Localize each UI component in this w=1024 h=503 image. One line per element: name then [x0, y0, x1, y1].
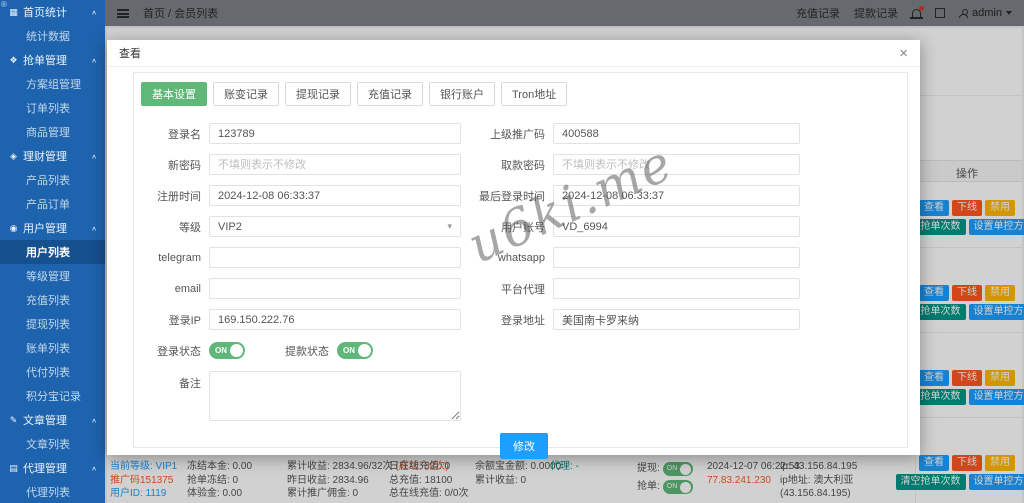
account-label: 用户账号	[461, 219, 545, 235]
email-label: email	[141, 283, 201, 295]
user-form: 登录名 上级推广码 新密码 取款密码 注册时间 最后登录时间 等级 VIP2▾ …	[141, 123, 907, 459]
remark-textarea[interactable]	[209, 371, 461, 421]
reg-mark: ®	[1, 0, 7, 9]
chevron-up-icon: ∧	[91, 8, 97, 15]
chevron-up-icon: ∧	[91, 56, 97, 63]
tab-withdraw-records[interactable]: 提现记录	[285, 82, 351, 106]
sidebar-group-agents[interactable]: ▤ 代理管理 ∧	[0, 456, 105, 480]
register-time-input[interactable]	[209, 185, 461, 206]
withdraw-status-toggle[interactable]: ON	[337, 342, 373, 359]
email-input[interactable]	[209, 278, 461, 299]
grab-icon: ❖	[8, 55, 19, 66]
chevron-up-icon: ∧	[91, 416, 97, 423]
article-icon: ✎	[8, 415, 19, 426]
group-label: 理财管理	[23, 148, 67, 164]
sidebar-item-bill-list[interactable]: 账单列表	[0, 336, 105, 360]
chevron-up-icon: ∧	[91, 464, 97, 471]
telegram-label: telegram	[141, 252, 201, 264]
sidebar-item-plan-group[interactable]: 方案组管理	[0, 72, 105, 96]
screen: ® ▦ 首页统计 ∧ 统计数据 ❖ 抢单管理 ∧ 方案组管理 订单列表 商品管理…	[0, 0, 1024, 503]
chevron-down-icon: ▾	[447, 221, 452, 232]
register-time-label: 注册时间	[141, 188, 201, 204]
login-name-input[interactable]	[209, 123, 461, 144]
sidebar-group-articles[interactable]: ✎ 文章管理 ∧	[0, 408, 105, 432]
chevron-up-icon: ∧	[91, 224, 97, 231]
agent-icon: ▤	[8, 463, 19, 474]
sidebar-item-payment-list[interactable]: 代付列表	[0, 360, 105, 384]
sidebar-group-users[interactable]: ◉ 用户管理 ∧	[0, 216, 105, 240]
withdraw-password-label: 取款密码	[461, 157, 545, 173]
sidebar-item-product-list[interactable]: 产品列表	[0, 168, 105, 192]
login-address-input[interactable]	[553, 309, 800, 330]
login-ip-label: 登录IP	[141, 312, 201, 328]
group-label: 首页统计	[23, 4, 67, 20]
modal-title: 查看	[119, 45, 141, 61]
platform-agent-label: 平台代理	[461, 281, 545, 297]
parent-code-label: 上级推广码	[461, 126, 545, 142]
close-icon[interactable]: ×	[899, 46, 908, 61]
sidebar-group-finance[interactable]: ◈ 理财管理 ∧	[0, 144, 105, 168]
sidebar-item-level-mgmt[interactable]: 等级管理	[0, 264, 105, 288]
tab-balance-records[interactable]: 账变记录	[213, 82, 279, 106]
last-login-time-label: 最后登录时间	[461, 188, 545, 204]
sidebar-item-points-records[interactable]: 积分宝记录	[0, 384, 105, 408]
group-label: 用户管理	[23, 220, 67, 236]
tab-basic-settings[interactable]: 基本设置	[141, 82, 207, 106]
sidebar-item-recharge-list[interactable]: 充值列表	[0, 288, 105, 312]
chevron-up-icon: ∧	[91, 152, 97, 159]
sidebar-item-product-orders[interactable]: 产品订单	[0, 192, 105, 216]
modal-card: 基本设置 账变记录 提现记录 充值记录 银行账户 Tron地址 登录名 上级推广…	[133, 72, 908, 448]
sidebar-item-product-mgmt[interactable]: 商品管理	[0, 120, 105, 144]
modal-tabs: 基本设置 账变记录 提现记录 充值记录 银行账户 Tron地址	[141, 82, 907, 106]
finance-icon: ◈	[8, 151, 19, 162]
whatsapp-label: whatsapp	[461, 252, 545, 264]
group-label: 抢单管理	[23, 52, 67, 68]
level-label: 等级	[141, 219, 201, 235]
sidebar-item-order-list[interactable]: 订单列表	[0, 96, 105, 120]
user-icon: ◉	[8, 223, 19, 234]
tab-recharge-records[interactable]: 充值记录	[357, 82, 423, 106]
login-status-toggle[interactable]: ON	[209, 342, 245, 359]
modify-button[interactable]: 修改	[500, 433, 548, 459]
sidebar-item-stats-data[interactable]: 统计数据	[0, 24, 105, 48]
sidebar: ® ▦ 首页统计 ∧ 统计数据 ❖ 抢单管理 ∧ 方案组管理 订单列表 商品管理…	[0, 0, 105, 503]
account-input[interactable]	[553, 216, 800, 237]
sidebar-item-user-list[interactable]: 用户列表	[0, 240, 105, 264]
tab-tron-address[interactable]: Tron地址	[501, 82, 567, 106]
telegram-input[interactable]	[209, 247, 461, 268]
withdraw-password-input[interactable]	[553, 154, 800, 175]
group-label: 文章管理	[23, 412, 67, 428]
parent-code-input[interactable]	[553, 123, 800, 144]
login-ip-input[interactable]	[209, 309, 461, 330]
last-login-time-input[interactable]	[553, 185, 800, 206]
new-password-label: 新密码	[141, 157, 201, 173]
login-status-label: 登录状态	[141, 343, 201, 359]
sidebar-group-home-stats[interactable]: ▦ 首页统计 ∧	[0, 0, 105, 24]
view-user-modal: 查看 × 基本设置 账变记录 提现记录 充值记录 银行账户 Tron地址 登录名…	[107, 40, 920, 455]
sidebar-group-grab-orders[interactable]: ❖ 抢单管理 ∧	[0, 48, 105, 72]
group-label: 代理管理	[23, 460, 67, 476]
sidebar-item-agent-list[interactable]: 代理列表	[0, 480, 105, 503]
remark-label: 备注	[141, 375, 201, 391]
chart-icon: ▦	[8, 7, 19, 18]
level-select[interactable]: VIP2▾	[209, 216, 461, 237]
modal-header: 查看 ×	[107, 40, 920, 67]
whatsapp-input[interactable]	[553, 247, 800, 268]
platform-agent-input[interactable]	[553, 278, 800, 299]
login-address-label: 登录地址	[461, 312, 545, 328]
sidebar-item-article-list[interactable]: 文章列表	[0, 432, 105, 456]
withdraw-status-label: 提款状态	[245, 343, 329, 359]
login-name-label: 登录名	[141, 126, 201, 142]
new-password-input[interactable]	[209, 154, 461, 175]
tab-bank-account[interactable]: 银行账户	[429, 82, 495, 106]
sidebar-item-withdraw-list[interactable]: 提现列表	[0, 312, 105, 336]
